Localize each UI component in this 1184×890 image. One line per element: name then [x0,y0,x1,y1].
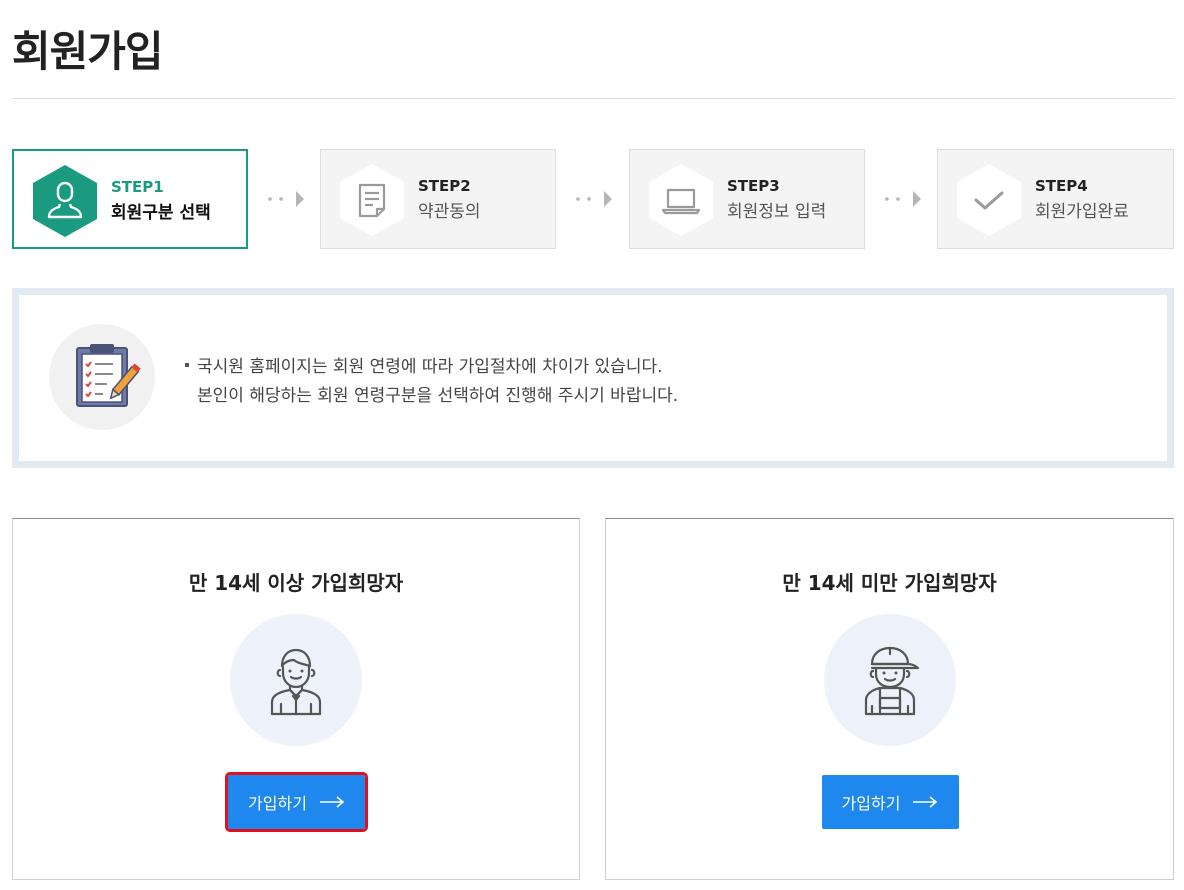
step-label: 회원가입완료 [1035,202,1129,222]
card-title: 만 14세 미만 가입희망자 [782,571,997,595]
laptop-icon [648,163,714,237]
step-label: 약관동의 [418,202,481,222]
step-number: STEP1 [111,178,164,196]
card-under-14: 만 14세 미만 가입희망자 가입하기 [605,518,1174,880]
notice-line-1: 국시원 홈페이지는 회원 연령에 따라 가입절차에 차이가 있습니다. [197,357,663,377]
adult-icon [230,614,362,746]
document-icon [339,163,405,237]
join-button-over-14[interactable]: 가입하기 [225,772,368,832]
step-label: 회원정보 입력 [727,202,827,222]
step-4: STEP4 회원가입완료 [937,149,1174,249]
step-2: STEP2 약관동의 [320,149,556,249]
clipboard-icon [49,324,155,430]
child-icon [823,614,956,746]
card-over-14: 만 14세 이상 가입희망자 가입하기 [12,518,580,880]
notice-box: 국시원 홈페이지는 회원 연령에 따라 가입절차에 차이가 있습니다. 본인이 … [12,288,1174,468]
check-icon [956,163,1022,237]
step-3: STEP3 회원정보 입력 [629,149,865,249]
join-button-label: 가입하기 [248,794,307,813]
page-title: 회원가입 [12,27,164,76]
step-1: STEP1 회원구분 선택 [12,149,248,249]
arrow-right-icon [319,796,345,808]
title-divider [12,98,1174,99]
step-label: 회원구분 선택 [111,203,211,223]
arrow-right-icon [913,796,938,808]
step-arrow-icon [576,191,612,207]
notice-line-2: 본인이 해당하는 회원 연령구분을 선택하여 진행해 주시기 바랍니다. [197,386,679,406]
join-button-label: 가입하기 [841,794,901,813]
user-icon [32,164,98,238]
step-number: STEP2 [418,177,471,195]
step-arrow-icon [885,191,921,207]
join-button-under-14[interactable]: 가입하기 [821,775,959,829]
step-number: STEP4 [1035,177,1088,195]
step-number: STEP3 [727,177,780,195]
bullet-icon [185,363,189,367]
step-progress: STEP1 회원구분 선택 STEP2 약관동의 STEP3 회원정보 입력 S… [12,149,1174,249]
card-title: 만 14세 이상 가입희망자 [188,571,404,595]
step-arrow-icon [268,191,304,207]
